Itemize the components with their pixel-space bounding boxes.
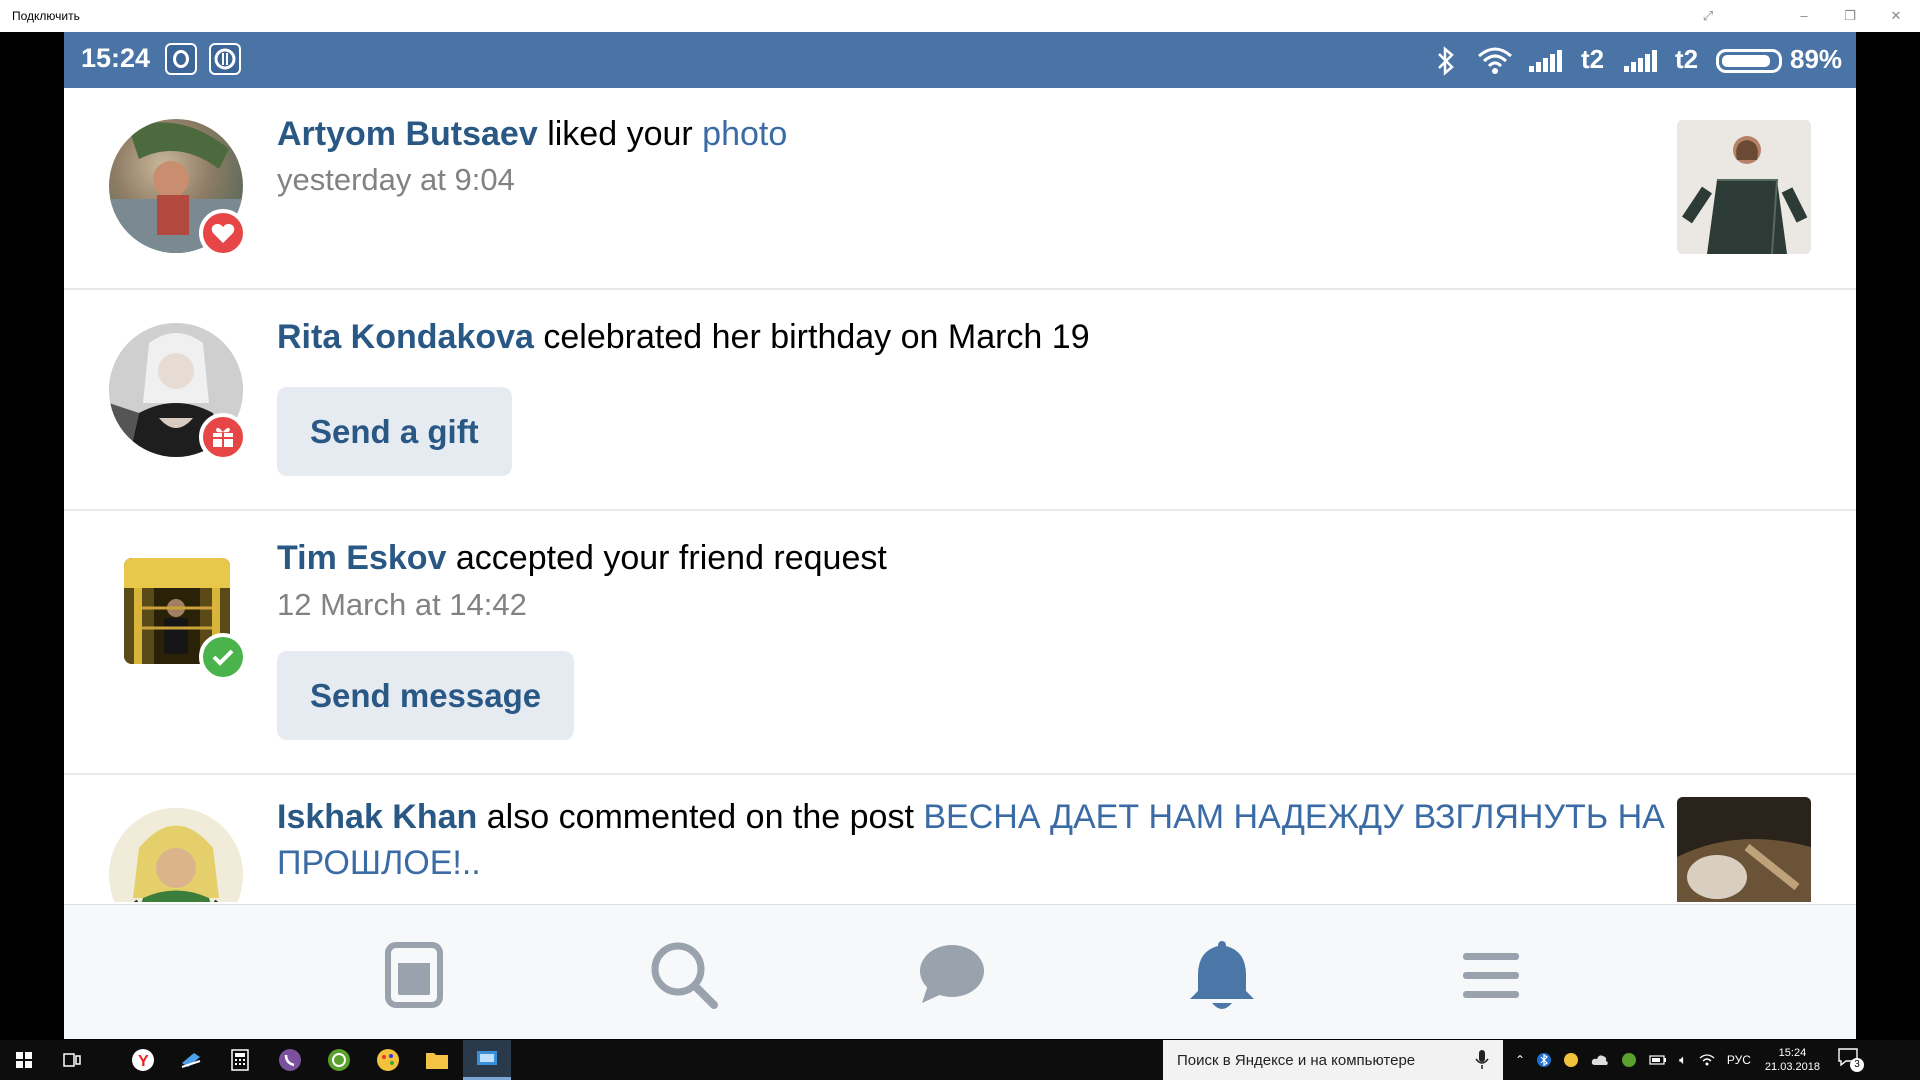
carrier1-label: t2 [1581,44,1605,74]
wifi-icon [1478,47,1512,74]
phone-screen: 15:24 t2 t2 89% Artyom Butsaev liked you… [64,32,1856,1039]
microphone-icon[interactable] [1475,1050,1489,1070]
notification-count-badge: 3 [1849,1058,1864,1072]
signal2-icon [1624,48,1660,72]
notifications-icon[interactable] [1182,935,1262,1015]
carrier2-label: t2 [1675,44,1699,74]
notification-text: Rita Kondakova celebrated her birthday o… [277,315,1090,359]
minimize-button[interactable]: – [1794,6,1814,26]
window-title: Подключить [12,9,80,23]
clock-date: 21.03.2018 [1764,1061,1820,1073]
notification-text: Artyom Butsaev liked your photo [277,112,787,156]
search-icon[interactable] [644,935,724,1015]
bluetooth-icon [1438,46,1454,76]
window-titlebar: Подключить ⤢ – ❐ ✕ [0,0,1920,32]
notification-item[interactable]: Iskhak Khan also commented on the post В… [64,775,1856,902]
send-message-button[interactable]: Send message [277,651,575,740]
windows-taskbar: Y Поиск в Яндексе и на компьютере ⌃ 🔈︎ Р… [0,1040,1920,1080]
remote-connect-icon[interactable] [463,1040,511,1080]
viber-icon[interactable] [266,1040,314,1080]
calculator-icon[interactable] [216,1040,264,1080]
task-view-icon[interactable] [48,1040,96,1080]
send-gift-button[interactable]: Send a gift [277,387,512,476]
paint-icon[interactable] [364,1040,412,1080]
battery-icon [1716,49,1782,73]
green-tray-icon[interactable] [1621,1052,1637,1068]
news-icon[interactable] [374,935,454,1015]
taskbar-search-input[interactable]: Поиск в Яндексе и на компьютере [1163,1040,1503,1080]
gift-icon [199,413,247,461]
notification-text: Tim Eskov accepted your friend request [277,536,887,580]
folder-icon[interactable] [413,1040,461,1080]
wifi-tray-icon[interactable] [1699,1053,1715,1067]
post-thumbnail[interactable] [1677,797,1811,902]
yandex-browser-icon[interactable]: Y [119,1040,167,1080]
notifications-feed[interactable]: Artyom Butsaev liked your photo yesterda… [64,88,1856,902]
taskbar-clock[interactable]: 15:24 21.03.2018 [1765,1046,1820,1074]
status-bar: 15:24 t2 t2 89% [64,32,1856,88]
shazam-notification-icon [209,43,241,75]
cloud-tray-icon[interactable] [1591,1053,1609,1067]
post-link-continued[interactable]: ПРОШЛОЕ!.. [277,844,481,882]
action-center-icon[interactable]: 3 [1838,1048,1864,1072]
avatar[interactable] [109,808,245,902]
avatar[interactable] [109,323,247,461]
language-indicator[interactable]: РУС [1727,1053,1751,1067]
expand-icon[interactable]: ⤢ [1698,6,1718,26]
system-tray: ⌃ 🔈︎ РУС 15:24 21.03.2018 3 [1515,1040,1864,1080]
tray-chevron-icon[interactable]: ⌃ [1515,1053,1525,1067]
user-name-link[interactable]: Rita Kondakova [277,318,534,356]
photo-thumbnail[interactable] [1677,120,1811,254]
emoji-tray-icon[interactable] [1563,1052,1579,1068]
close-button[interactable]: ✕ [1886,6,1906,26]
battery-percent: 89% [1790,44,1843,74]
user-name-link[interactable]: Iskhak Khan [277,798,477,836]
post-link[interactable]: ВЕСНА ДАЕТ НАМ НАДЕЖДУ ВЗГЛЯНУТЬ НА [923,798,1664,836]
avatar[interactable] [109,119,247,257]
photo-link[interactable]: photo [702,115,787,153]
status-time: 15:24 [81,43,151,73]
windows-start-icon[interactable] [0,1040,48,1080]
svg-text:Y: Y [138,1053,149,1070]
signal1-icon [1529,48,1565,72]
menu-icon[interactable] [1451,935,1531,1015]
battery-tray-icon[interactable] [1649,1054,1667,1066]
check-icon [199,633,247,681]
notification-item[interactable]: Artyom Butsaev liked your photo yesterda… [64,88,1856,290]
avatar[interactable] [109,543,247,681]
restore-button[interactable]: ❐ [1840,6,1860,26]
app-notification-icon [165,43,197,75]
messages-icon[interactable] [912,935,992,1015]
user-name-link[interactable]: Tim Eskov [277,539,446,577]
notification-action: liked your [537,115,703,153]
file-icon[interactable] [167,1040,215,1080]
bottom-navigation [64,904,1856,1039]
notification-action: accepted your friend request [446,539,887,577]
notification-action: also commented on the post [477,798,924,836]
user-name-link[interactable]: Artyom Butsaev [277,115,538,153]
volume-icon[interactable]: 🔈︎ [1679,1052,1687,1068]
notification-item[interactable]: Rita Kondakova celebrated her birthday o… [64,290,1856,511]
bluetooth-tray-icon[interactable] [1537,1052,1552,1068]
notification-date: 12 March at 14:42 [277,587,527,622]
green-app-icon[interactable] [315,1040,363,1080]
heart-icon [199,209,247,257]
clock-time: 15:24 [1778,1047,1807,1059]
notification-action: celebrated her birthday on March 19 [533,318,1090,356]
search-placeholder: Поиск в Яндексе и на компьютере [1177,1051,1416,1069]
notification-item[interactable]: Tim Eskov accepted your friend request 1… [64,511,1856,775]
notification-date: yesterday at 9:04 [277,162,515,197]
notification-text: Iskhak Khan also commented on the post В… [277,795,1665,839]
notification-text-line2: ПРОШЛОЕ!.. [277,841,481,885]
